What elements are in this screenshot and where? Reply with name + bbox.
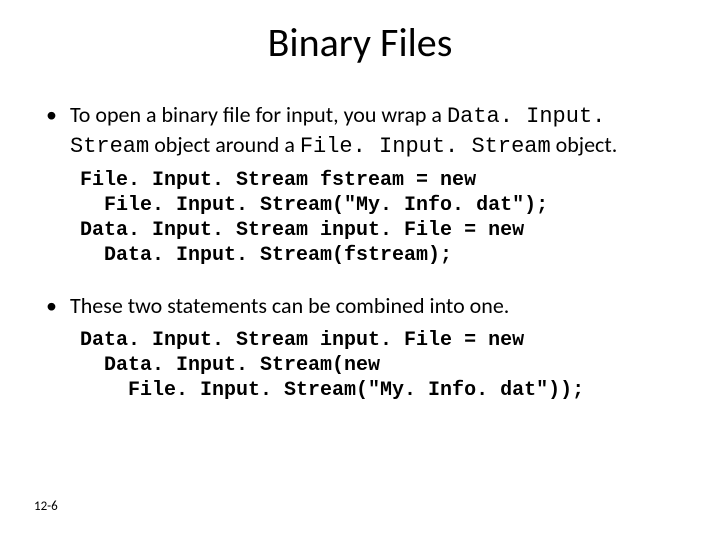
slide-number: 12-6 bbox=[34, 499, 58, 514]
bullet-item-2: These two statements can be combined int… bbox=[40, 292, 680, 320]
code-block-2: Data. Input. Stream input. File = new Da… bbox=[80, 328, 680, 403]
bullet-list-2: These two statements can be combined int… bbox=[40, 292, 680, 320]
bullet-list: To open a binary file for input, you wra… bbox=[40, 101, 680, 160]
bullet-item-1: To open a binary file for input, you wra… bbox=[40, 101, 680, 160]
bullet1-text-pre: To open a binary file for input, you wra… bbox=[70, 101, 447, 128]
slide-title: Binary Files bbox=[40, 18, 680, 67]
bullet1-text-post: object. bbox=[551, 131, 618, 158]
bullet1-code2: File. Input. Stream bbox=[300, 134, 551, 159]
slide: Binary Files To open a binary file for i… bbox=[0, 0, 720, 540]
code-block-1: File. Input. Stream fstream = new File. … bbox=[80, 168, 680, 268]
bullet1-text-mid: object around a bbox=[149, 131, 300, 158]
bullet2-text: These two statements can be combined int… bbox=[70, 292, 509, 319]
